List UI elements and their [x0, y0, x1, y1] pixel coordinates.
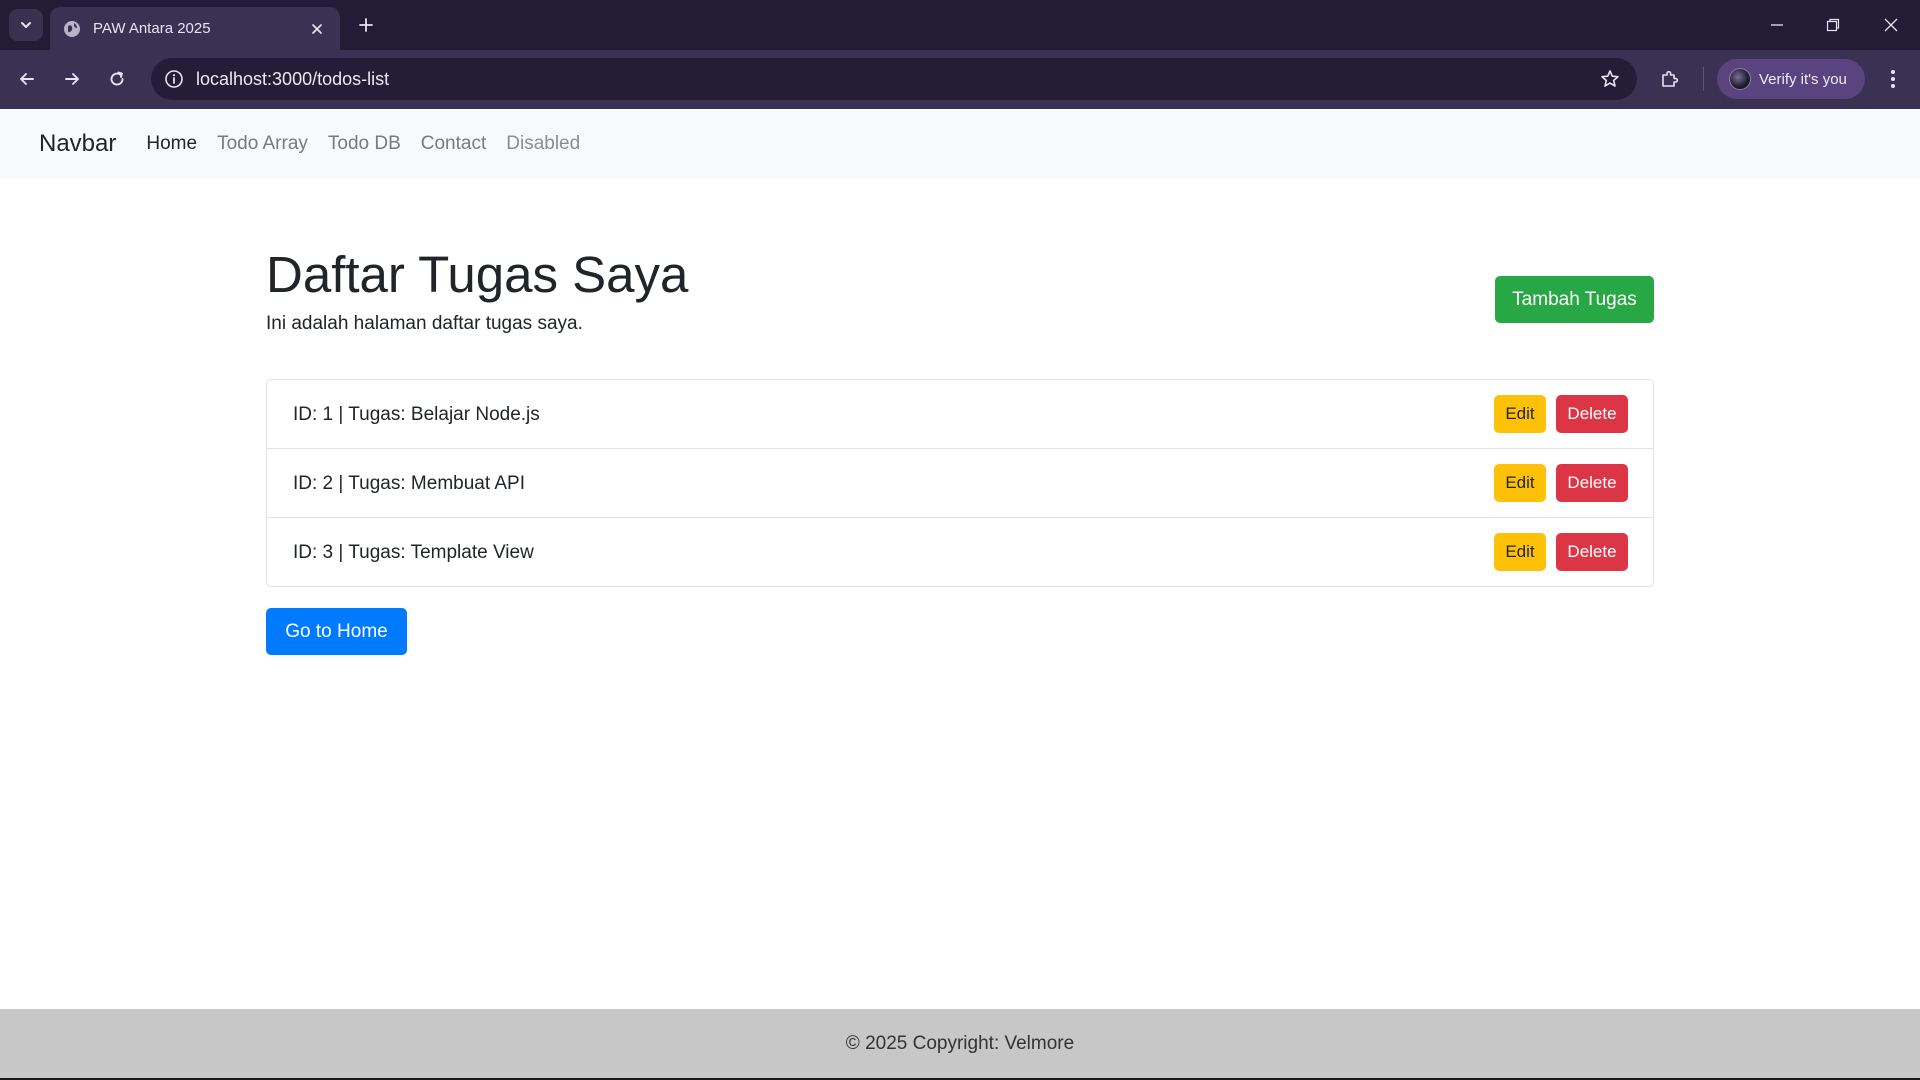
go-home-button[interactable]: Go to Home	[266, 608, 407, 655]
edit-button[interactable]: Edit	[1494, 395, 1546, 433]
footer-copyright: © 2025 Copyright: Velmore	[845, 1032, 1075, 1054]
browser-tab-bar: PAW Antara 2025	[0, 0, 1920, 50]
navbar-brand[interactable]: Navbar	[39, 130, 116, 158]
list-item: ID: 3 | Tugas: Template View Edit Delete	[267, 518, 1653, 586]
window-close-button[interactable]	[1876, 11, 1906, 39]
todo-text: ID: 1 | Tugas: Belajar Node.js	[293, 404, 540, 425]
browser-tab[interactable]: PAW Antara 2025	[50, 7, 340, 50]
restore-button[interactable]	[1818, 11, 1848, 39]
menu-button[interactable]	[1877, 63, 1909, 95]
forward-arrow-icon	[63, 70, 81, 88]
star-icon[interactable]	[1599, 68, 1621, 90]
extensions-button[interactable]	[1654, 63, 1686, 95]
forward-button[interactable]	[56, 63, 88, 95]
extensions-icon	[1660, 69, 1680, 89]
site-footer: © 2025 Copyright: Velmore	[0, 1009, 1920, 1078]
plus-icon	[358, 17, 374, 33]
site-navbar: Navbar Home Todo Array Todo DB Contact D…	[0, 109, 1920, 179]
tab-search-button[interactable]	[9, 9, 43, 41]
nav-link-contact[interactable]: Contact	[421, 133, 486, 155]
tab-title: PAW Antara 2025	[93, 20, 211, 37]
minimize-icon	[1770, 18, 1784, 32]
web-page: Navbar Home Todo Array Todo DB Contact D…	[0, 109, 1920, 1080]
list-item: ID: 1 | Tugas: Belajar Node.js Edit Dele…	[267, 380, 1653, 449]
avatar	[1729, 68, 1751, 90]
list-item: ID: 2 | Tugas: Membuat API Edit Delete	[267, 449, 1653, 518]
url-text: localhost:3000/todos-list	[196, 69, 390, 89]
reload-icon	[108, 70, 126, 88]
todo-text: ID: 3 | Tugas: Template View	[293, 542, 534, 563]
add-task-button[interactable]: Tambah Tugas	[1495, 276, 1654, 323]
back-button[interactable]	[11, 63, 43, 95]
page-subtitle: Ini adalah halaman daftar tugas saya.	[266, 313, 583, 334]
nav-link-todo-array[interactable]: Todo Array	[217, 133, 308, 155]
back-arrow-icon	[18, 70, 36, 88]
page-title: Daftar Tugas Saya	[266, 246, 689, 303]
verify-profile-button[interactable]: Verify it's you	[1717, 59, 1865, 99]
todo-text: ID: 2 | Tugas: Membuat API	[293, 473, 525, 494]
nav-link-home[interactable]: Home	[146, 133, 197, 155]
nav-link-todo-db[interactable]: Todo DB	[328, 133, 401, 155]
todo-list: ID: 1 | Tugas: Belajar Node.js Edit Dele…	[266, 379, 1654, 587]
delete-button[interactable]: Delete	[1556, 464, 1628, 502]
more-vert-icon	[1890, 69, 1896, 89]
address-bar[interactable]: localhost:3000/todos-list	[151, 58, 1637, 100]
window-close-icon	[1884, 18, 1898, 32]
edit-button[interactable]: Edit	[1494, 533, 1546, 571]
nav-link-disabled: Disabled	[506, 133, 581, 154]
edit-button[interactable]: Edit	[1494, 464, 1546, 502]
close-icon[interactable]	[306, 18, 328, 40]
delete-button[interactable]: Delete	[1556, 533, 1628, 571]
new-tab-button[interactable]	[352, 11, 380, 39]
delete-button[interactable]: Delete	[1556, 395, 1628, 433]
globe-icon	[63, 20, 81, 38]
restore-icon	[1826, 18, 1840, 32]
browser-toolbar: localhost:3000/todos-list Verify it's yo…	[0, 50, 1920, 109]
toolbar-divider	[1703, 67, 1704, 91]
chevron-down-icon	[19, 18, 33, 32]
verify-label: Verify it's you	[1759, 70, 1847, 88]
minimize-button[interactable]	[1762, 11, 1792, 39]
info-icon[interactable]	[163, 68, 185, 90]
reload-button[interactable]	[101, 63, 133, 95]
